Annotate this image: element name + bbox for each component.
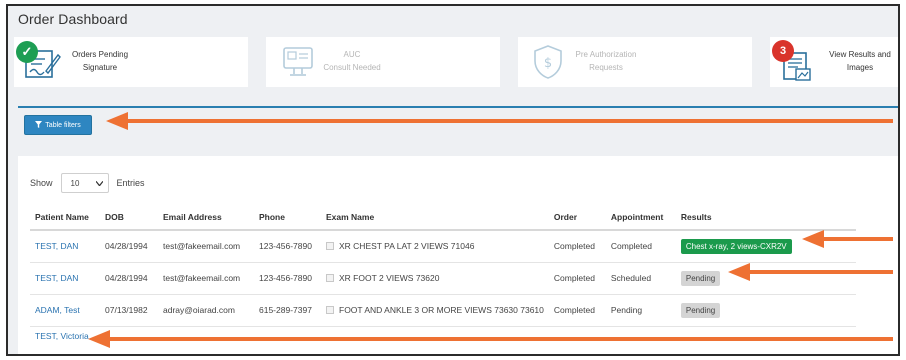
column-header[interactable]: Phone	[254, 204, 321, 231]
filter-icon	[35, 120, 43, 130]
exam-cell: XR FOOT 2 VIEWS 73620	[321, 261, 549, 294]
dob-cell: 04/28/1994	[100, 261, 158, 294]
results-count-badge: 3	[772, 40, 794, 62]
card-label-line1: View Results and	[829, 50, 891, 59]
pending-badge: Pending	[680, 302, 721, 318]
check-badge: ✓	[16, 41, 38, 63]
section-divider	[18, 106, 898, 108]
entries-label: Entries	[116, 178, 145, 188]
order-status-cell: Completed	[548, 293, 606, 326]
entries-control: Show 10 Entries	[30, 173, 145, 193]
patient-name-link[interactable]: TEST, DAN	[30, 229, 100, 262]
card-label-line2: Images	[846, 63, 874, 72]
phone-cell: 123-456-7890	[254, 229, 321, 262]
email-cell: test@fakeemail.com	[158, 229, 254, 262]
orders-table: Patient Name DOB Email Address Phone Exa…	[30, 204, 856, 346]
appointment-status-cell: Completed	[605, 229, 676, 262]
table-row: TEST, DAN 04/28/1994 test@fakeemail.com …	[30, 261, 856, 294]
card-label-line1: Pre Authorization	[575, 50, 637, 59]
exam-checkbox[interactable]	[326, 306, 334, 314]
order-status-cell: Completed	[548, 229, 606, 262]
column-header[interactable]: Exam Name	[321, 204, 549, 231]
results-cell: Pending	[675, 293, 856, 326]
page-title: Order Dashboard	[18, 11, 128, 27]
card-label-line1: AUC	[343, 50, 361, 59]
card-orders-pending-signature[interactable]: ✓ Orders Pending Signature	[14, 37, 248, 87]
appointment-status-cell: Scheduled	[605, 261, 676, 294]
card-label-line2: Signature	[82, 63, 118, 72]
card-pre-authorization-requests[interactable]: $ Pre Authorization Requests	[518, 37, 752, 87]
column-header[interactable]: Appointment	[605, 204, 676, 231]
exam-name: XR FOOT 2 VIEWS 73620	[339, 273, 440, 283]
result-link-button[interactable]: Chest x-ray, 2 views-CXR2V	[680, 238, 792, 254]
exam-cell: XR CHEST PA LAT 2 VIEWS 71046	[321, 229, 549, 262]
entries-value: 10	[70, 178, 80, 188]
appointment-status-cell: Pending	[605, 293, 676, 326]
card-label-line2: Consult Needed	[323, 63, 381, 72]
exam-checkbox[interactable]	[326, 274, 334, 282]
card-view-results-and-images[interactable]: 3 View Results and Images	[770, 37, 898, 87]
patient-name-link[interactable]: TEST, Victoria	[30, 325, 100, 346]
dob-cell: 07/13/1982	[100, 293, 158, 326]
table-row: TEST, Victoria	[30, 325, 856, 346]
patient-name-link[interactable]: ADAM, Test	[30, 293, 100, 326]
orders-table-panel: Show 10 Entries Patient Name DOB Email A…	[18, 156, 898, 354]
patient-name-link[interactable]: TEST, DAN	[30, 261, 100, 294]
exam-name: FOOT AND ANKLE 3 OR MORE VIEWS 73630 736…	[339, 305, 544, 315]
results-cell: Chest x-ray, 2 views-CXR2V	[675, 229, 856, 262]
dollar-shield-icon: $	[532, 44, 564, 85]
email-cell: adray@oiarad.com	[158, 293, 254, 326]
card-label-line2: Requests	[589, 63, 623, 72]
exam-cell: FOOT AND ANKLE 3 OR MORE VIEWS 73630 736…	[321, 293, 549, 326]
monitor-icon	[282, 45, 316, 84]
table-row: TEST, DAN 04/28/1994 test@fakeemail.com …	[30, 229, 856, 262]
table-header-row: Patient Name DOB Email Address Phone Exa…	[30, 204, 856, 231]
column-header[interactable]: DOB	[100, 204, 158, 231]
column-header[interactable]: Order	[548, 204, 606, 231]
dob-cell: 04/28/1994	[100, 229, 158, 262]
column-header[interactable]: Patient Name	[30, 204, 100, 231]
svg-text:$: $	[544, 56, 552, 71]
show-label: Show	[30, 178, 53, 188]
truncated-row-cells	[100, 325, 856, 346]
card-label-line1: Orders Pending	[71, 50, 129, 59]
exam-name: XR CHEST PA LAT 2 VIEWS 71046	[339, 241, 475, 252]
phone-cell: 615-289-7397	[254, 293, 321, 326]
card-auc-consult-needed[interactable]: AUC Consult Needed	[266, 37, 500, 87]
table-row: ADAM, Test 07/13/1982 adray@oiarad.com 6…	[30, 293, 856, 326]
entries-select[interactable]: 10	[60, 173, 109, 193]
chevron-down-icon	[95, 179, 103, 188]
column-header[interactable]: Results	[675, 204, 856, 231]
table-filters-button[interactable]: Table filters	[24, 115, 92, 135]
email-cell: test@fakeemail.com	[158, 261, 254, 294]
pending-badge: Pending	[680, 270, 721, 286]
order-dashboard-window: Order Dashboard ✓ Orders Pending Signatu…	[6, 4, 900, 356]
column-header[interactable]: Email Address	[158, 204, 254, 231]
results-cell: Pending	[675, 261, 856, 294]
phone-cell: 123-456-7890	[254, 261, 321, 294]
exam-checkbox[interactable]	[326, 242, 334, 251]
table-filters-label: Table filters	[45, 121, 81, 129]
order-status-cell: Completed	[548, 261, 606, 294]
